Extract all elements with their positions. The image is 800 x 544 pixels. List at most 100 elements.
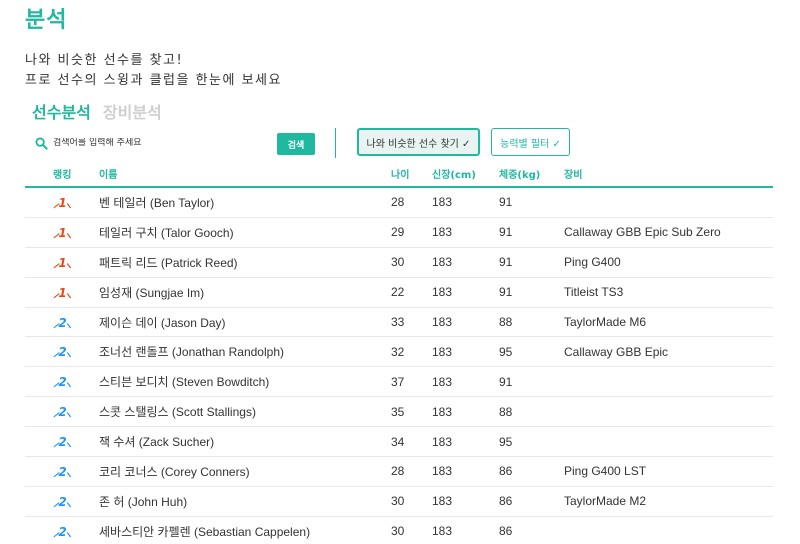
player-height: 183 (432, 255, 453, 270)
player-name[interactable]: 잭 수셔 (Zack Sucher) (99, 433, 391, 450)
rank-cell: ⸝2⸜ (25, 343, 99, 360)
player-weight: 95 (499, 434, 513, 449)
player-weight: 91 (499, 285, 513, 300)
table-row[interactable]: ⸝2⸜ 스콧 스탤링스 (Scott Stallings) 35 183 88 (25, 397, 773, 428)
rank-number: 1 (58, 255, 66, 270)
player-name[interactable]: 존 허 (John Huh) (99, 493, 391, 510)
table-row[interactable]: ⸝2⸜ 세바스티안 카펠렌 (Sebastian Cappelen) 30 183 86 (25, 517, 773, 544)
player-weight: 91 (499, 374, 513, 389)
player-name[interactable]: 조너선 랜돌프 (Jonathan Randolph) (99, 343, 391, 360)
intro-text: 나와 비슷한 선수를 찾고! 프로 선수의 스윙과 클럽을 한눈에 보세요 (25, 51, 282, 91)
rank-laurel-right-icon: ⸜ (65, 195, 72, 210)
rank-number: 2 (58, 464, 66, 479)
rank-number: 2 (58, 405, 66, 420)
table-row[interactable]: ⸝1⸜ 테일러 구치 (Talor Gooch) 29 183 91 Callaway G… (25, 218, 773, 248)
player-name[interactable]: 스콧 스탤링스 (Scott Stallings) (99, 403, 391, 420)
rank-cell: ⸝1⸜ (25, 224, 99, 241)
rank-badge: ⸝2⸜ (53, 463, 71, 480)
table-row[interactable]: ⸝2⸜ 존 허 (John Huh) 30 183 86 TaylorMade M2 (25, 487, 773, 517)
rank-badge: ⸝2⸜ (53, 403, 72, 420)
rank-cell: ⸝2⸜ (25, 373, 99, 390)
header-weight[interactable]: 체중(kg) (499, 166, 564, 181)
player-name[interactable]: 벤 테일러 (Ben Taylor) (99, 194, 391, 211)
player-age: 35 (391, 404, 405, 419)
player-age: 28 (391, 464, 405, 479)
player-age: 30 (391, 494, 405, 509)
table-row[interactable]: ⸝2⸜ 잭 수셔 (Zack Sucher) 34 183 95 (25, 427, 773, 458)
rank-number: 1 (58, 285, 66, 300)
player-weight: 91 (499, 195, 513, 210)
player-age: 22 (391, 285, 405, 300)
rank-cell: ⸝2⸜ (25, 314, 99, 331)
player-gear: Titleist TS3 (564, 285, 624, 300)
find-similar-player-button[interactable]: 나와 비슷한 선수 찾기 ✓ (357, 128, 480, 156)
header-height[interactable]: 신장(cm) (432, 166, 499, 181)
table-body: ⸝1⸜ 벤 테일러 (Ben Taylor) 28 183 91 ⸝1⸜ 테일러 구치 (T… (25, 188, 773, 544)
rank-number: 2 (58, 524, 66, 539)
player-age: 34 (391, 434, 405, 449)
player-age: 30 (391, 255, 405, 270)
header-rank[interactable]: 랭킹 (25, 166, 99, 181)
player-name[interactable]: 임성재 (Sungjae Im) (99, 284, 391, 301)
player-height: 183 (432, 494, 453, 509)
player-weight: 91 (499, 225, 513, 240)
rank-badge: ⸝2⸜ (53, 314, 72, 331)
table-row[interactable]: ⸝2⸜ 코리 코너스 (Corey Conners) 28 183 86 Ping G40… (25, 457, 773, 487)
table-row[interactable]: ⸝2⸜ 스티븐 보디치 (Steven Bowditch) 37 183 91 (25, 367, 773, 398)
rank-number: 2 (58, 375, 66, 390)
analysis-tabs: 선수분석 장비분석 (32, 99, 162, 123)
player-height: 183 (432, 344, 453, 359)
table-row[interactable]: ⸝1⸜ 패트릭 리드 (Patrick Reed) 30 183 91 Ping G400 (25, 248, 773, 278)
player-age: 37 (391, 374, 405, 389)
search-button[interactable]: 검색 (277, 133, 315, 155)
rank-cell: ⸝1⸜ (25, 284, 99, 301)
rank-laurel-right-icon: ⸜ (65, 405, 72, 420)
rank-number: 2 (58, 315, 66, 330)
player-weight: 86 (499, 524, 513, 539)
player-height: 183 (432, 195, 453, 210)
rank-badge: ⸝2⸜ (53, 433, 71, 450)
header-gear[interactable]: 장비 (564, 166, 773, 181)
rank-cell: ⸝2⸜ (25, 493, 99, 510)
player-name[interactable]: 세바스티안 카펠렌 (Sebastian Cappelen) (99, 523, 391, 540)
search-box (35, 132, 265, 154)
player-age: 30 (391, 524, 405, 539)
rank-badge: ⸝1⸜ (53, 194, 72, 211)
player-name[interactable]: 테일러 구치 (Talor Gooch) (99, 224, 391, 241)
player-name[interactable]: 스티븐 보디치 (Steven Bowditch) (99, 373, 391, 390)
rank-badge: ⸝2⸜ (53, 493, 71, 510)
player-weight: 86 (499, 464, 513, 479)
search-input[interactable] (53, 138, 253, 148)
table-row[interactable]: ⸝1⸜ 임성재 (Sungjae Im) 22 183 91 Titleist TS3 (25, 278, 773, 308)
rank-laurel-right-icon: ⸜ (65, 524, 72, 539)
player-weight: 95 (499, 344, 513, 359)
rank-cell: ⸝2⸜ (25, 433, 99, 450)
player-height: 183 (432, 464, 453, 479)
rank-cell: ⸝2⸜ (25, 523, 99, 540)
player-weight: 86 (499, 494, 513, 509)
table-row[interactable]: ⸝1⸜ 벤 테일러 (Ben Taylor) 28 183 91 (25, 188, 773, 218)
player-name[interactable]: 패트릭 리드 (Patrick Reed) (99, 254, 391, 271)
player-age: 32 (391, 344, 405, 359)
player-gear: TaylorMade M6 (564, 315, 647, 329)
rank-laurel-right-icon: ⸜ (65, 315, 72, 330)
rank-number: 1 (58, 225, 66, 240)
tab-player-analysis[interactable]: 선수분석 (32, 99, 91, 123)
rank-badge: ⸝2⸜ (53, 373, 71, 390)
table-row[interactable]: ⸝2⸜ 조너선 랜돌프 (Jonathan Randolph) 32 183 95 Cal… (25, 337, 773, 368)
player-gear: Ping G400 (564, 255, 621, 270)
rank-number: 1 (58, 195, 66, 210)
player-name[interactable]: 제이슨 데이 (Jason Day) (99, 314, 391, 331)
player-height: 183 (432, 404, 453, 419)
player-height: 183 (432, 315, 453, 329)
player-name[interactable]: 코리 코너스 (Corey Conners) (99, 463, 391, 480)
players-table: 랭킹 이름 나이 신장(cm) 체중(kg) 장비 ⸝1⸜ 벤 테일러 (Ben … (25, 160, 773, 544)
player-gear: Callaway GBB Epic (564, 344, 669, 359)
tab-equipment-analysis[interactable]: 장비분석 (103, 99, 162, 123)
rank-number: 2 (58, 435, 66, 450)
ability-filter-button[interactable]: 능력별 필터 ✓ (491, 128, 570, 156)
table-row[interactable]: ⸝2⸜ 제이슨 데이 (Jason Day) 33 183 88 TaylorMade M… (25, 308, 773, 338)
header-name[interactable]: 이름 (99, 166, 391, 181)
header-age[interactable]: 나이 (391, 166, 432, 181)
rank-cell: ⸝1⸜ (25, 254, 99, 271)
